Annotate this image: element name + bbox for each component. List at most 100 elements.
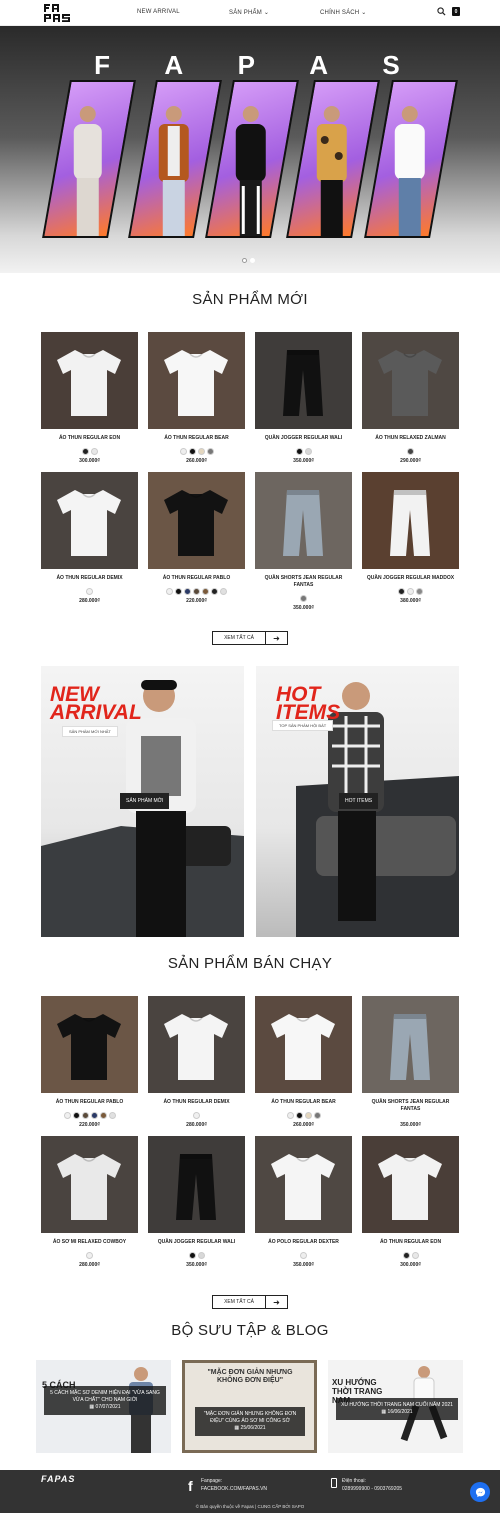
product-image[interactable] bbox=[41, 472, 138, 569]
new-arrival-banner[interactable]: NEW ARRIVAL SẢN PHẨM MỚI NHẤT SẢN PHẨM MỚ… bbox=[41, 666, 244, 937]
footer-logo[interactable]: FAPAS bbox=[41, 1474, 75, 1484]
messenger-button[interactable] bbox=[470, 1482, 490, 1502]
product-image[interactable] bbox=[148, 996, 245, 1093]
product-name[interactable]: ÁO THUN RELAXED ZALMAN bbox=[362, 435, 459, 442]
footer-phone[interactable]: 0289999900 - 0903769205 bbox=[342, 1486, 402, 1492]
product-name[interactable]: ÁO THUN REGULAR PABLO bbox=[148, 575, 245, 582]
color-swatch[interactable] bbox=[99, 1112, 107, 1119]
product-image[interactable] bbox=[148, 472, 245, 569]
nav-policy[interactable]: CHÍNH SÁCH ⌄ bbox=[320, 9, 366, 16]
color-swatch[interactable] bbox=[81, 1112, 89, 1119]
product-image[interactable] bbox=[41, 996, 138, 1093]
product-name[interactable]: ÁO THUN REGULAR BEAR bbox=[255, 1099, 352, 1106]
nav-products[interactable]: SẢN PHẨM ⌄ bbox=[229, 9, 269, 16]
product-name[interactable]: ÁO THUN REGULAR DEMIX bbox=[148, 1099, 245, 1106]
nav-new-arrival[interactable]: NEW ARRIVAL bbox=[137, 9, 180, 15]
product-image[interactable] bbox=[255, 1136, 352, 1233]
color-swatch[interactable] bbox=[286, 1112, 294, 1119]
product-image[interactable] bbox=[362, 332, 459, 429]
product-name[interactable]: QUẦN SHORTS JEAN REGULAR FANTAS bbox=[362, 1099, 459, 1113]
blog-card[interactable]: "MẶC ĐƠN GIẢN NHƯNG KHÔNG ĐƠN ĐIỆU" "MẶC… bbox=[182, 1360, 317, 1453]
color-swatch[interactable] bbox=[220, 588, 227, 595]
hero-slider[interactable]: F A P A S bbox=[0, 26, 500, 273]
color-swatch[interactable] bbox=[63, 1112, 71, 1119]
product-image[interactable] bbox=[41, 1136, 138, 1233]
color-swatch[interactable] bbox=[72, 1112, 80, 1119]
blog-post-title[interactable]: 5 CÁCH MẶC SƠ DENIM HIỆN ĐẠI "VỪA SANG V… bbox=[47, 1390, 163, 1404]
product-name[interactable]: QUẦN JOGGER REGULAR WALI bbox=[255, 435, 352, 442]
product-name[interactable]: QUẦN JOGGER REGULAR MADDOX bbox=[362, 575, 459, 582]
color-swatch[interactable] bbox=[295, 448, 303, 455]
product-card[interactable]: ÁO THUN REGULAR BEAR 260.000₫ bbox=[255, 996, 352, 1136]
color-swatch[interactable] bbox=[81, 448, 89, 455]
product-name[interactable]: ÁO POLO REGULAR DEXTER bbox=[255, 1239, 352, 1246]
product-name[interactable]: ÁO SƠ MI RELAXED COWBOY bbox=[41, 1239, 138, 1246]
product-name[interactable]: ÁO THUN REGULAR PABLO bbox=[41, 1099, 138, 1106]
cart-button[interactable]: 0 bbox=[452, 7, 460, 16]
product-name[interactable]: QUẦN JOGGER REGULAR WALI bbox=[148, 1239, 245, 1246]
hot-items-banner[interactable]: HOT ITEMS TOP SẢN PHẨM HỘI BÁT HOT ITEMS bbox=[256, 666, 459, 937]
color-swatch[interactable] bbox=[90, 1112, 98, 1119]
color-swatch[interactable] bbox=[304, 1112, 312, 1119]
color-swatch[interactable] bbox=[193, 1112, 200, 1119]
footer-fanpage-link[interactable]: FACEBOOK.COM/FAPAS.VN bbox=[201, 1486, 267, 1492]
color-swatch[interactable] bbox=[108, 1112, 116, 1119]
product-image[interactable] bbox=[255, 996, 352, 1093]
product-name[interactable]: ÁO THUN REGULAR DEMIX bbox=[41, 575, 138, 582]
color-swatch[interactable] bbox=[193, 588, 200, 595]
product-card[interactable]: ÁO THUN REGULAR PABLO 220.000₫ bbox=[41, 996, 138, 1136]
color-swatch[interactable] bbox=[300, 1252, 307, 1259]
color-swatch[interactable] bbox=[206, 448, 214, 455]
color-swatch[interactable] bbox=[304, 448, 312, 455]
product-card[interactable]: ÁO THUN REGULAR BEAR 260.000₫ bbox=[148, 332, 245, 472]
color-swatch[interactable] bbox=[416, 588, 423, 595]
product-image[interactable] bbox=[255, 472, 352, 569]
product-image[interactable] bbox=[255, 332, 352, 429]
product-image[interactable] bbox=[362, 472, 459, 569]
new-arrival-button[interactable]: SẢN PHẨM MỚI bbox=[120, 793, 170, 809]
product-name[interactable]: ÁO THUN REGULAR BEAR bbox=[148, 435, 245, 442]
color-swatch[interactable] bbox=[175, 588, 182, 595]
color-swatch[interactable] bbox=[300, 595, 307, 602]
product-image[interactable] bbox=[362, 996, 459, 1093]
color-swatch[interactable] bbox=[188, 1252, 196, 1259]
blog-card[interactable]: XU HƯỚNG THỜI TRANG NAM XU HƯỚNG THỜI TR… bbox=[328, 1360, 463, 1453]
product-card[interactable]: ÁO THUN REGULAR EON 300.000₫ bbox=[41, 332, 138, 472]
view-all-new-button[interactable]: XEM TẤT CẢ ➜ bbox=[212, 631, 288, 645]
fapas-logo[interactable] bbox=[44, 4, 78, 22]
color-swatch[interactable] bbox=[398, 588, 405, 595]
color-swatch[interactable] bbox=[90, 448, 98, 455]
product-card[interactable]: ÁO THUN REGULAR DEMIX 280.000₫ bbox=[41, 472, 138, 612]
view-all-best-button[interactable]: XEM TẤT CẢ ➜ bbox=[212, 1295, 288, 1309]
color-swatch[interactable] bbox=[86, 588, 93, 595]
blog-card[interactable]: 5 CÁCH 5 CÁCH MẶC SƠ DENIM HIỆN ĐẠI "VỪA… bbox=[36, 1360, 171, 1453]
product-card[interactable]: QUẦN SHORTS JEAN REGULAR FANTAS 350.000₫ bbox=[362, 996, 459, 1136]
product-image[interactable] bbox=[362, 1136, 459, 1233]
product-name[interactable]: ÁO THUN REGULAR EON bbox=[41, 435, 138, 442]
product-card[interactable]: QUẦN SHORTS JEAN REGULAR FANTAS 350.000₫ bbox=[255, 472, 352, 612]
color-swatch[interactable] bbox=[179, 448, 187, 455]
blog-post-title[interactable]: "MẶC ĐƠN GIẢN NHƯNG KHÔNG ĐƠN ĐIỆU" CÙNG… bbox=[198, 1411, 302, 1425]
color-swatch[interactable] bbox=[197, 448, 205, 455]
hero-dot-active[interactable] bbox=[250, 258, 255, 263]
hero-dot[interactable] bbox=[242, 258, 247, 263]
facebook-icon[interactable]: f bbox=[188, 1478, 193, 1494]
color-swatch[interactable] bbox=[402, 1252, 410, 1259]
product-card[interactable]: ÁO THUN REGULAR PABLO 220.000₫ bbox=[148, 472, 245, 612]
product-card[interactable]: ÁO THUN REGULAR EON 300.000₫ bbox=[362, 1136, 459, 1276]
blog-post-title[interactable]: XU HƯỚNG THỜI TRANG NAM CUỐI NĂM 2021 bbox=[339, 1402, 455, 1409]
product-name[interactable]: QUẦN SHORTS JEAN REGULAR FANTAS bbox=[255, 575, 352, 589]
color-swatch[interactable] bbox=[184, 588, 191, 595]
color-swatch[interactable] bbox=[86, 1252, 93, 1259]
product-card[interactable]: ÁO THUN REGULAR DEMIX 280.000₫ bbox=[148, 996, 245, 1136]
product-card[interactable]: QUẦN JOGGER REGULAR MADDOX 380.000₫ bbox=[362, 472, 459, 612]
product-image[interactable] bbox=[148, 1136, 245, 1233]
product-name[interactable]: ÁO THUN REGULAR EON bbox=[362, 1239, 459, 1246]
product-image[interactable] bbox=[41, 332, 138, 429]
product-card[interactable]: QUẦN JOGGER REGULAR WALI 350.000₫ bbox=[255, 332, 352, 472]
hot-items-button[interactable]: HOT ITEMS bbox=[339, 793, 379, 809]
search-icon[interactable] bbox=[437, 7, 446, 16]
product-card[interactable]: QUẦN JOGGER REGULAR WALI 350.000₫ bbox=[148, 1136, 245, 1276]
product-card[interactable]: ÁO POLO REGULAR DEXTER 350.000₫ bbox=[255, 1136, 352, 1276]
color-swatch[interactable] bbox=[166, 588, 173, 595]
